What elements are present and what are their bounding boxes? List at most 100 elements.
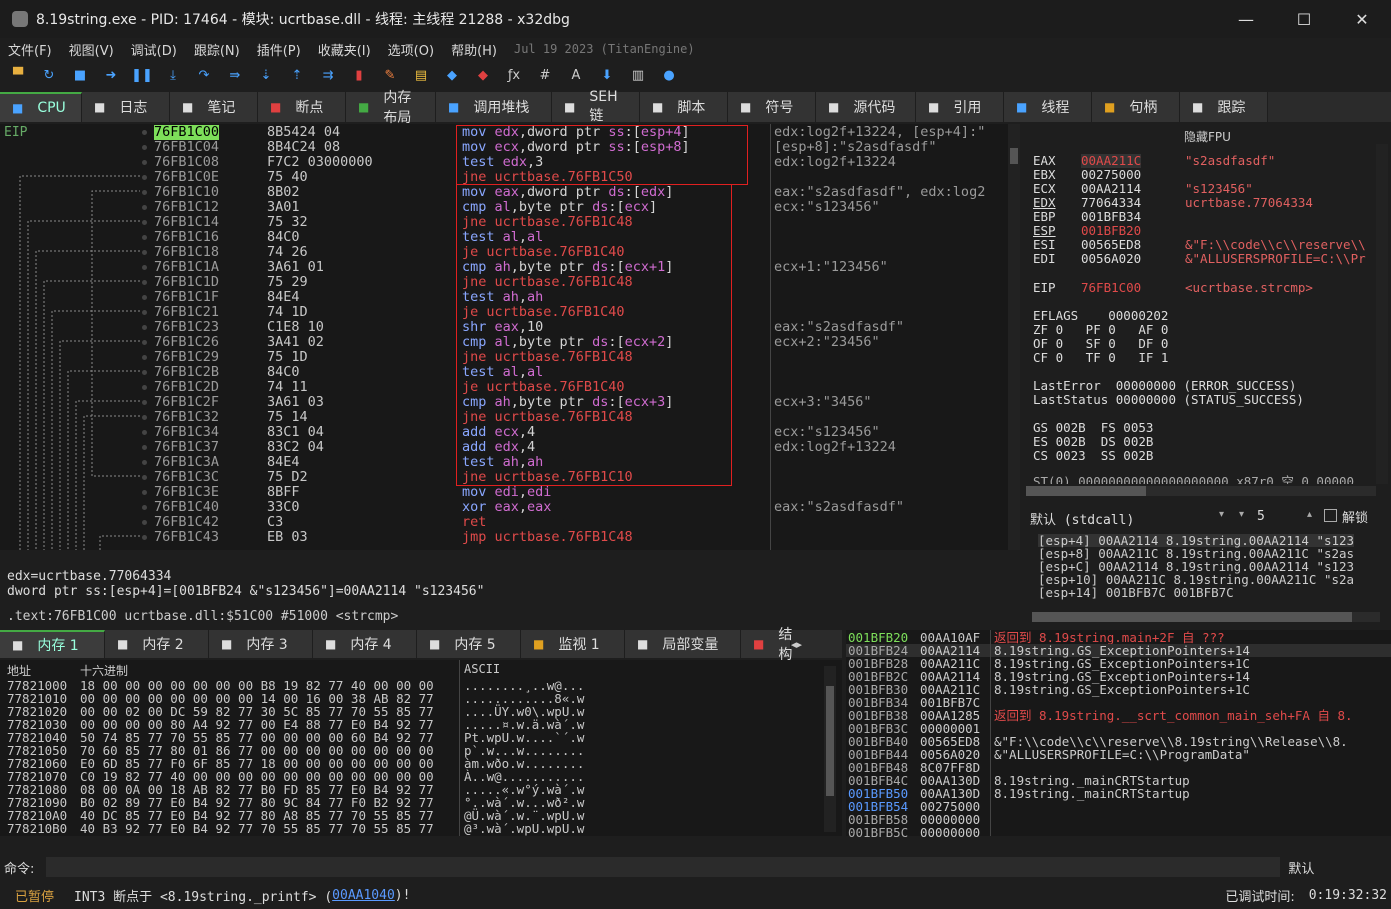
scylla-icon[interactable]: ▮: [349, 65, 369, 85]
close-icon[interactable]: ✕: [1333, 0, 1391, 38]
flags-row[interactable]: CF 0 TF 0 IF 1: [1033, 351, 1168, 365]
breakpoint-dot[interactable]: [142, 445, 147, 450]
comments-icon[interactable]: ▤: [411, 65, 431, 85]
breakpoint-dot[interactable]: [142, 355, 147, 360]
register-value[interactable]: 0056A020: [1081, 252, 1141, 266]
open-icon[interactable]: ▀: [8, 65, 28, 85]
tab-3[interactable]: ■ 断点: [258, 92, 346, 122]
dump-tab-5[interactable]: ■ 监视 1: [521, 630, 625, 658]
disasm-row[interactable]: 76FB1C40 33C0 xor eax,eax eax:"s2asdfasdf": [0, 500, 1010, 515]
menu-item-6[interactable]: 选项(O): [388, 40, 434, 59]
menu-item-4[interactable]: 插件(P): [257, 40, 301, 59]
tab-9[interactable]: ■ 源代码: [816, 92, 916, 122]
dump-hex[interactable]: 40 B3 92 77 E0 B4 92 77 70 55 85 77 70 5…: [80, 822, 434, 835]
restart-icon[interactable]: ↻: [39, 65, 59, 85]
dump-tab-6[interactable]: ■ 局部变量: [625, 630, 741, 658]
disassembly-scrollbar[interactable]: [1008, 124, 1020, 550]
spinner-up-icon[interactable]: ▴: [1307, 509, 1312, 520]
functions-icon[interactable]: ƒx: [504, 65, 524, 85]
dump-tab-1[interactable]: ■ 内存 2: [105, 630, 209, 658]
labels-icon[interactable]: ◆: [442, 65, 462, 85]
breakpoint-dot[interactable]: [142, 505, 147, 510]
argument-row[interactable]: [esp+14] 001BFB7C 001BFB7C: [1038, 586, 1234, 599]
command-input[interactable]: [46, 857, 1281, 877]
tab-6[interactable]: ■ SEH链: [552, 89, 640, 124]
tab-5[interactable]: ■ 调用堆栈: [436, 92, 552, 122]
tab-4[interactable]: ■ 内存布局: [346, 90, 436, 126]
hide-fpu-button[interactable]: 隐藏FPU: [1024, 128, 1391, 145]
breakpoint-dot[interactable]: [142, 340, 147, 345]
run-icon[interactable]: ➜: [101, 65, 121, 85]
menu-item-2[interactable]: 调试(D): [131, 40, 177, 59]
tab-7[interactable]: ■ 脚本: [640, 92, 728, 122]
run-to-user-code-icon[interactable]: ⇉: [318, 65, 338, 85]
hash-icon[interactable]: #: [535, 65, 555, 85]
trace-over-icon[interactable]: ⇣: [256, 65, 276, 85]
tab-2[interactable]: ■ 笔记: [170, 92, 258, 122]
breakpoint-dot[interactable]: [142, 235, 147, 240]
dump-scrollbar[interactable]: [824, 666, 836, 832]
eip-value[interactable]: 76FB1C00: [1081, 281, 1141, 295]
breakpoint-dot[interactable]: [142, 520, 147, 525]
menu-item-1[interactable]: 视图(V): [69, 40, 114, 59]
breakpoint-dot[interactable]: [142, 160, 147, 165]
register-value[interactable]: 001BFB34: [1081, 210, 1141, 224]
breakpoint-dot[interactable]: [142, 280, 147, 285]
breakpoint-dot[interactable]: [142, 175, 147, 180]
registers-scrollbar[interactable]: [1026, 486, 1376, 496]
tab-8[interactable]: ■ 符号: [728, 92, 816, 122]
breakpoint-dot[interactable]: [142, 460, 147, 465]
eflags[interactable]: EFLAGS 00000202: [1033, 309, 1168, 323]
command-mode-select[interactable]: 默认: [1288, 858, 1314, 877]
callconv-select[interactable]: 默认 (stdcall): [1030, 509, 1134, 528]
breakpoint-dot[interactable]: [142, 295, 147, 300]
globe-icon[interactable]: ●: [659, 65, 679, 85]
breakpoint-dot[interactable]: [142, 250, 147, 255]
step-over-icon[interactable]: ↷: [194, 65, 214, 85]
register-value[interactable]: 00AA2114: [1081, 182, 1141, 196]
breakpoint-dot[interactable]: [142, 220, 147, 225]
segment-row[interactable]: CS 0023 SS 002B: [1033, 449, 1153, 463]
args-scrollbar[interactable]: [1032, 612, 1380, 622]
breakpoint-dot[interactable]: [142, 265, 147, 270]
flags-row[interactable]: ZF 0 PF 0 AF 0: [1033, 323, 1168, 337]
breakpoint-dot[interactable]: [142, 415, 147, 420]
tab-scroll-arrows[interactable]: ◂▸: [791, 630, 809, 658]
callconv-dropdown-icon[interactable]: ▾: [1219, 509, 1224, 520]
breakpoint-dot[interactable]: [142, 385, 147, 390]
breakpoint-dot[interactable]: [142, 430, 147, 435]
breakpoint-dot[interactable]: [142, 325, 147, 330]
trace-into-icon[interactable]: ⇛: [225, 65, 245, 85]
breakpoint-dot[interactable]: [142, 475, 147, 480]
font-icon[interactable]: A: [566, 65, 586, 85]
register-value[interactable]: 001BFB20: [1081, 224, 1141, 238]
disasm-row[interactable]: 76FB1C3E 8BFF mov edi,edi: [0, 485, 1010, 500]
stop-icon[interactable]: ■: [70, 65, 90, 85]
dump-tab-2[interactable]: ■ 内存 3: [209, 630, 313, 658]
breakpoint-dot[interactable]: [142, 190, 147, 195]
dump-tab-4[interactable]: ■ 内存 5: [417, 630, 521, 658]
calculator-icon[interactable]: ▥: [628, 65, 648, 85]
registers-panel[interactable]: 隐藏FPU EAX 00AA211C "s2asdfasdf" EBX 00275000…: [1024, 124, 1391, 500]
arg-count-spinner[interactable]: 5: [1257, 509, 1265, 524]
tab-1[interactable]: ■ 日志: [82, 92, 170, 122]
step-into-icon[interactable]: ⤓: [163, 65, 183, 85]
tab-13[interactable]: ■ 跟踪: [1180, 92, 1268, 122]
dump-tab-3[interactable]: ■ 内存 4: [313, 630, 417, 658]
dump-tab-7[interactable]: ■ 结构: [741, 627, 792, 663]
register-value[interactable]: 00AA211C: [1081, 154, 1142, 168]
menu-item-0[interactable]: 文件(F): [8, 40, 52, 59]
maximize-icon[interactable]: ☐: [1275, 0, 1333, 38]
favorites-icon[interactable]: ⬇: [597, 65, 617, 85]
disassembly-view[interactable]: EIP 76FB1C00 8B5424 04 mov edx,dword ptr s…: [0, 124, 1020, 550]
breakpoint-dot[interactable]: [142, 400, 147, 405]
tab-0[interactable]: ■ CPU: [0, 92, 82, 122]
minimize-icon[interactable]: —: [1217, 0, 1275, 38]
disasm-row[interactable]: 76FB1C42 C3 ret: [0, 515, 1010, 530]
menu-item-7[interactable]: 帮助(H): [451, 40, 497, 59]
breakpoint-dot[interactable]: [142, 145, 147, 150]
dump-tab-0[interactable]: ■ 内存 1: [0, 630, 105, 658]
segment-row[interactable]: ES 002B DS 002B: [1033, 435, 1153, 449]
status-address-link[interactable]: 00AA1040: [332, 888, 395, 903]
stack-view[interactable]: 001BFB20 00AA10AF 返回到 8.19string.main+2F 自…: [846, 630, 1391, 839]
